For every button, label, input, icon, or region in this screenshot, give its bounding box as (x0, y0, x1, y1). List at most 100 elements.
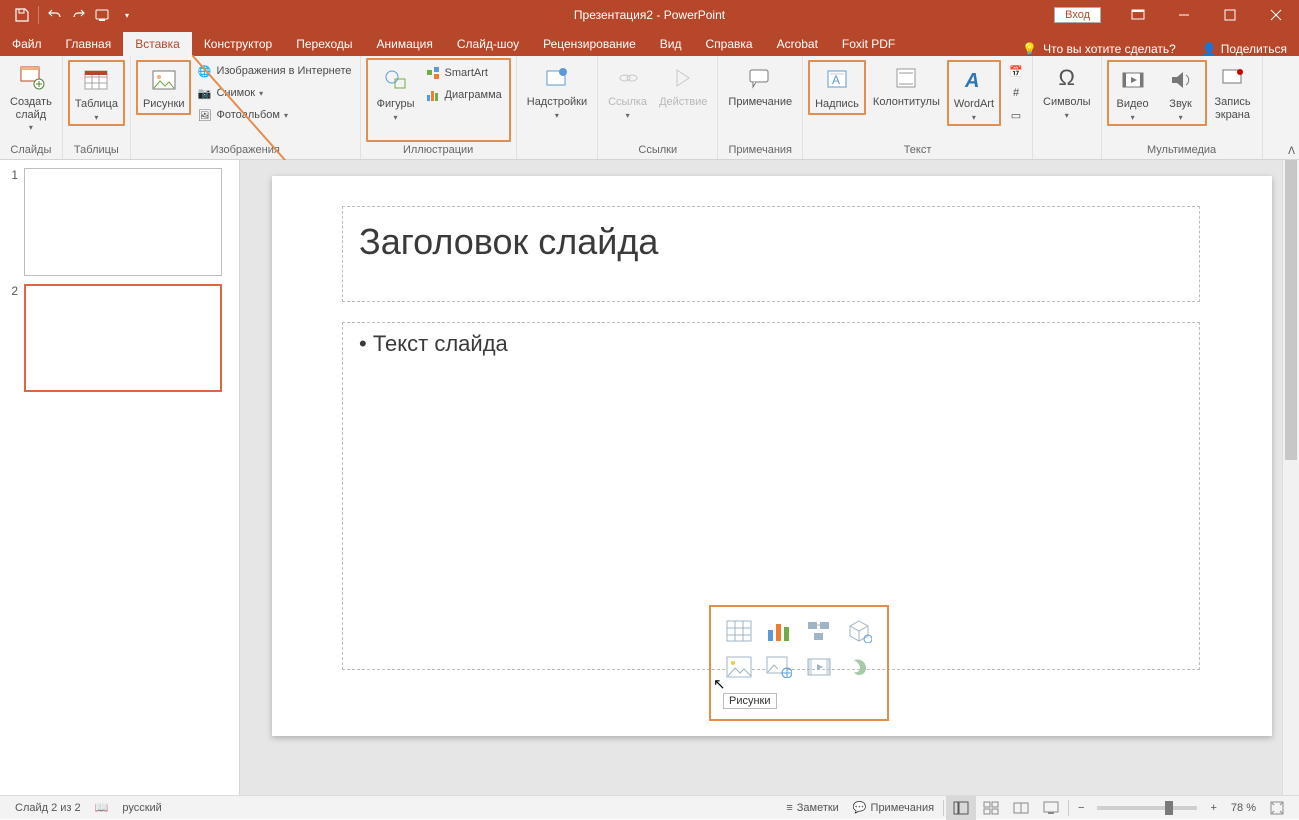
online-pictures-button[interactable]: 🌐Изображения в Интернете (193, 60, 354, 82)
comments-icon: 💬 (853, 801, 867, 814)
insert-3d-icon[interactable] (844, 617, 874, 645)
notes-button[interactable]: ≡Заметки (779, 796, 846, 820)
comments-button[interactable]: 💬Примечания (846, 796, 941, 820)
zoom-level[interactable]: 78 % (1224, 796, 1263, 820)
screen-recording-button[interactable]: Запись экрана (1209, 60, 1257, 123)
insert-online-picture-icon[interactable] (764, 653, 794, 681)
group-symbols: Ω Символы ▾ (1033, 56, 1102, 159)
audio-button[interactable]: Звук ▾ (1157, 62, 1205, 124)
online-pictures-icon: 🌐 (196, 63, 212, 79)
tab-insert[interactable]: Вставка (123, 32, 192, 56)
group-media-label: Мультимедиа (1107, 142, 1257, 159)
language-button[interactable]: русский (115, 796, 168, 820)
group-text: A Надпись Колонтитулы A WordArt ▾ 📅 # ▭ … (803, 56, 1033, 159)
headerfooter-button[interactable]: Колонтитулы (868, 60, 945, 111)
work-area: 1 2 Заголовок слайда Текст слайда (0, 160, 1299, 795)
textbox-button[interactable]: A Надпись (808, 60, 866, 115)
group-comments-label: Примечания (723, 142, 797, 159)
album-icon: 🖼 (196, 107, 212, 123)
chart-button[interactable]: Диаграмма (422, 84, 505, 106)
ribbon-display-options-icon[interactable] (1115, 0, 1161, 30)
smartart-label: SmartArt (445, 67, 488, 79)
tab-review[interactable]: Рецензирование (531, 32, 648, 56)
content-placeholder[interactable]: Текст слайда ↖ Рисунки (342, 322, 1200, 670)
zoom-in-button[interactable]: + (1203, 796, 1223, 820)
smartart-button[interactable]: SmartArt (422, 62, 505, 84)
video-button[interactable]: Видео ▾ (1109, 62, 1157, 124)
shapes-button[interactable]: Фигуры ▾ (372, 62, 420, 124)
tell-me-search[interactable]: 💡 Что вы хотите сделать? (1008, 42, 1190, 56)
symbols-button[interactable]: Ω Символы ▾ (1038, 60, 1096, 122)
title-placeholder[interactable]: Заголовок слайда (342, 206, 1200, 302)
spellcheck-icon[interactable]: 📖 (88, 796, 116, 820)
addins-icon (541, 62, 573, 94)
date-time-button[interactable]: 📅 (1005, 60, 1027, 82)
tab-acrobat[interactable]: Acrobat (765, 32, 830, 56)
tab-file[interactable]: Файл (0, 32, 54, 56)
slide-thumbnail-2[interactable] (24, 284, 222, 392)
addins-button[interactable]: Надстройки ▾ (522, 60, 592, 122)
tooltip: Рисунки (723, 693, 777, 709)
group-text-label: Текст (808, 142, 1027, 159)
wordart-icon: A (958, 64, 990, 96)
chevron-down-icon: ▾ (94, 113, 98, 122)
save-icon[interactable] (10, 1, 34, 29)
tab-view[interactable]: Вид (648, 32, 694, 56)
tab-transitions[interactable]: Переходы (284, 32, 364, 56)
picture-icon (148, 64, 180, 96)
undo-icon[interactable] (43, 1, 67, 29)
tab-help[interactable]: Справка (693, 32, 764, 56)
insert-table-icon[interactable] (724, 617, 754, 645)
textbox-icon: A (821, 64, 853, 96)
zoom-slider[interactable] (1097, 806, 1197, 810)
tab-foxit[interactable]: Foxit PDF (830, 32, 907, 56)
slideshow-view-icon[interactable] (1036, 796, 1066, 820)
link-label: Ссылка (608, 96, 647, 109)
insert-chart-icon[interactable] (764, 617, 794, 645)
insert-icon-icon[interactable] (844, 653, 874, 681)
close-icon[interactable] (1253, 0, 1299, 30)
pictures-button[interactable]: Рисунки (136, 60, 192, 115)
slide-counter[interactable]: Слайд 2 из 2 (8, 796, 88, 820)
maximize-icon[interactable] (1207, 0, 1253, 30)
tab-home[interactable]: Главная (54, 32, 124, 56)
chevron-down-icon: ▾ (394, 113, 398, 122)
qat-customize-icon[interactable]: ▾ (115, 1, 139, 29)
shapes-label: Фигуры (377, 98, 415, 111)
photo-album-button[interactable]: 🖼Фотоальбом ▾ (193, 104, 354, 126)
svg-text:A: A (964, 70, 979, 92)
wordart-button[interactable]: A WordArt ▾ (947, 60, 1001, 126)
insert-picture-icon[interactable] (724, 653, 754, 681)
screenshot-label: Снимок (216, 87, 255, 99)
number-icon: # (1008, 85, 1024, 101)
redo-icon[interactable] (67, 1, 91, 29)
slide-number-button[interactable]: # (1005, 82, 1027, 104)
login-button[interactable]: Вход (1054, 7, 1101, 23)
tab-design[interactable]: Конструктор (192, 32, 284, 56)
table-button[interactable]: Таблица ▾ (68, 60, 125, 126)
reading-view-icon[interactable] (1006, 796, 1036, 820)
normal-view-icon[interactable] (946, 796, 976, 820)
comment-button[interactable]: Примечание (723, 60, 797, 111)
insert-smartart-icon[interactable] (804, 617, 834, 645)
insert-video-icon[interactable] (804, 653, 834, 681)
new-slide-button[interactable]: Создать слайд ▾ (5, 60, 57, 134)
vertical-scrollbar[interactable] (1282, 160, 1299, 795)
audio-icon (1165, 64, 1197, 96)
minimize-icon[interactable] (1161, 0, 1207, 30)
share-button[interactable]: 👤 Поделиться (1190, 42, 1299, 56)
slide-sorter-icon[interactable] (976, 796, 1006, 820)
slide-thumbnail-1[interactable] (24, 168, 222, 276)
tab-animations[interactable]: Анимация (365, 32, 445, 56)
fit-to-window-icon[interactable] (1263, 796, 1291, 820)
collapse-ribbon-icon[interactable]: ᐱ (1288, 146, 1295, 157)
screenshot-button[interactable]: 📷Снимок ▾ (193, 82, 354, 104)
group-symbols-label (1038, 142, 1096, 159)
current-slide[interactable]: Заголовок слайда Текст слайда ↖ Рисунки (272, 176, 1272, 736)
start-from-beginning-icon[interactable] (91, 1, 115, 29)
link-button: Ссылка ▾ (603, 60, 652, 122)
zoom-out-button[interactable]: − (1071, 796, 1091, 820)
tab-slideshow[interactable]: Слайд-шоу (445, 32, 531, 56)
object-button[interactable]: ▭ (1005, 104, 1027, 126)
action-label: Действие (659, 96, 707, 109)
